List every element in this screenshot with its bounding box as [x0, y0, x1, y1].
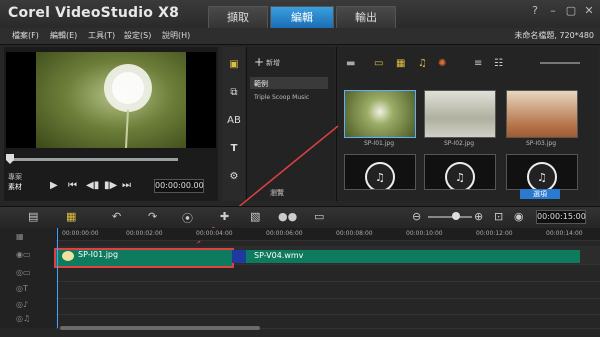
clip-edge: [232, 250, 246, 263]
timeline-toolbar: [0, 206, 600, 227]
mixer-icon[interactable]: ✚: [220, 210, 229, 223]
playhead[interactable]: [57, 228, 58, 328]
ruler-tick: 00:00:08:00: [336, 230, 373, 237]
storyboard-view-icon[interactable]: ▤: [28, 210, 38, 223]
title-track-icon[interactable]: ◎T: [16, 284, 28, 293]
timeline-scrollbar[interactable]: [60, 326, 260, 330]
app-window: Corel VideoStudio X8 擷取 編輯 輸出 ? – ▢ ✕ 檔案…: [0, 0, 600, 337]
track-manager-icon[interactable]: ▦: [16, 232, 24, 241]
record-icon[interactable]: ⦿: [182, 210, 193, 226]
project-duration-icon[interactable]: ◉: [514, 210, 524, 223]
zoom-slider-knob[interactable]: [452, 212, 460, 220]
ruler-tick: 00:00:02:00: [126, 230, 163, 237]
undo-icon[interactable]: ↶: [112, 210, 121, 223]
track-headers: [0, 228, 56, 328]
overlay-track-icon[interactable]: ◎▭: [16, 268, 31, 277]
ruler-tick: 00:00:12:00: [476, 230, 513, 237]
zoom-slider[interactable]: [428, 216, 472, 218]
fit-icon[interactable]: ⊡: [494, 210, 503, 223]
ruler-tick: 00:00:14:00: [546, 230, 583, 237]
title-track[interactable]: [56, 282, 600, 299]
automusic-icon[interactable]: ▧: [250, 210, 260, 223]
zoom-in-icon[interactable]: ⊕: [474, 210, 483, 223]
motion-icon[interactable]: ●●: [278, 210, 297, 223]
redo-icon[interactable]: ↷: [148, 210, 157, 223]
video-track-icon[interactable]: ◉▭: [16, 250, 31, 259]
clip-label: SP-V04.wmv: [254, 251, 304, 260]
ruler-tick: 00:00:06:00: [266, 230, 303, 237]
music-track-icon[interactable]: ◎♫: [16, 314, 30, 323]
subtitle-icon[interactable]: ▭: [314, 210, 324, 223]
ruler-tick: 00:00:04:00: [196, 230, 233, 237]
clip-thumbnail-icon: [62, 251, 74, 261]
ruler-tick: 00:00:10:00: [406, 230, 443, 237]
timeline-timecode[interactable]: 00:00:15:00: [536, 210, 586, 224]
timeline-view-icon[interactable]: ▦: [66, 210, 76, 223]
ruler-tick: 00:00:00:00: [62, 230, 99, 237]
clip-label: SP-I01.jpg: [78, 250, 119, 259]
voice-track-icon[interactable]: ◎♪: [16, 300, 28, 309]
zoom-out-icon[interactable]: ⊖: [412, 210, 421, 223]
